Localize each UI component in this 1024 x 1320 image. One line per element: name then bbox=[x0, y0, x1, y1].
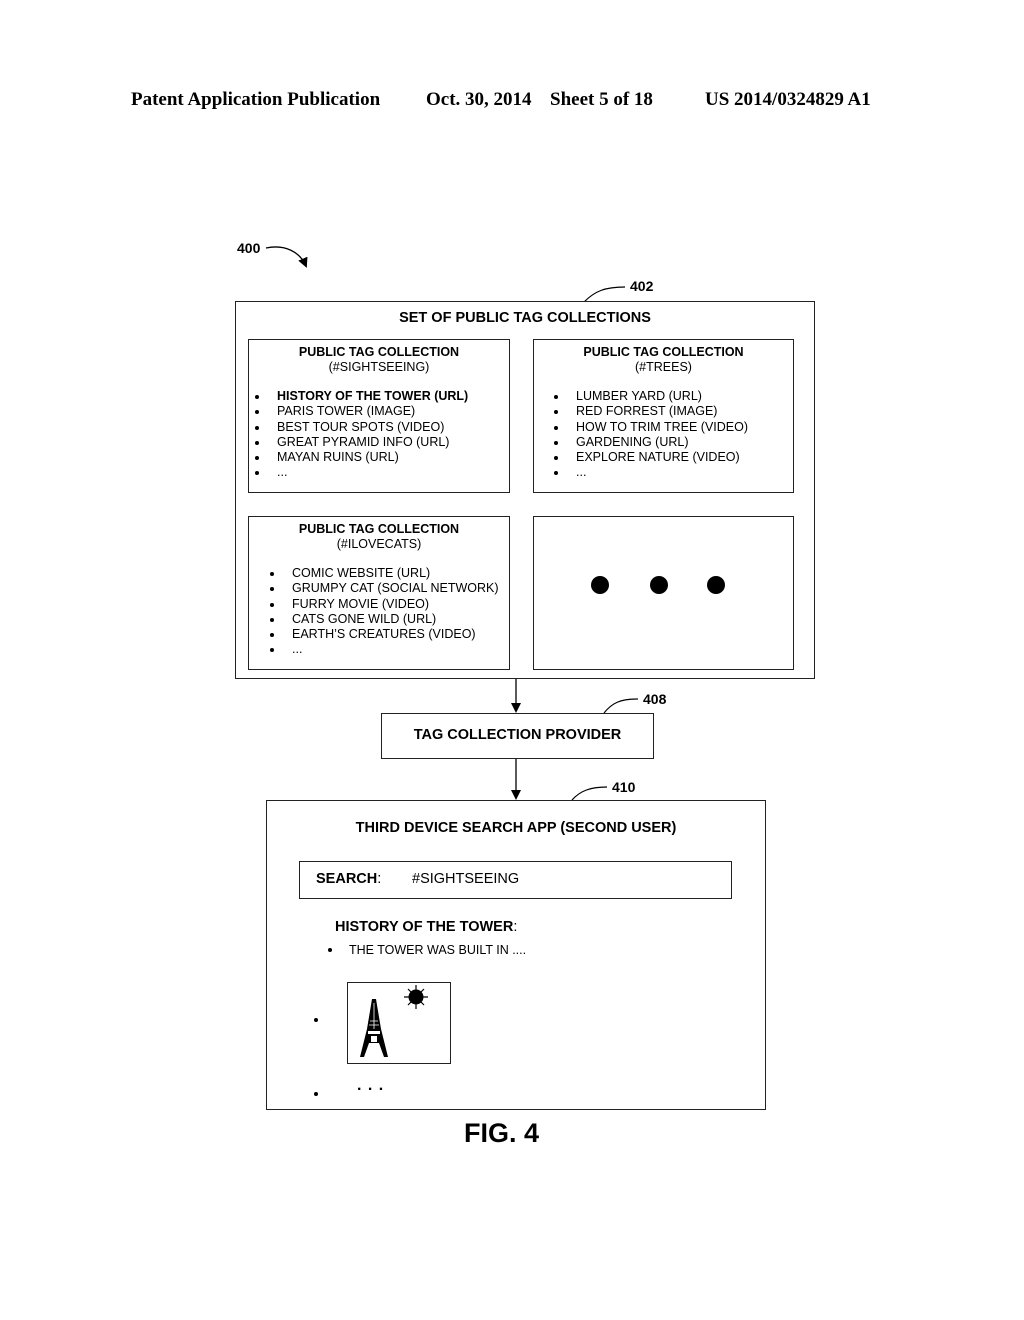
collection-title: PUBLIC TAG COLLECTION bbox=[298, 345, 460, 359]
list-item[interactable]: HISTORY OF THE TOWER (URL) bbox=[255, 389, 468, 404]
search-value[interactable]: #SIGHTSEEING bbox=[412, 871, 519, 887]
search-label: SEARCH bbox=[316, 871, 378, 887]
ref-408: 408 bbox=[643, 691, 667, 707]
ref-410: 410 bbox=[612, 779, 636, 795]
bullet bbox=[314, 1092, 318, 1096]
list-item[interactable]: GREAT PYRAMID INFO (URL) bbox=[255, 435, 468, 450]
collection-sightseeing-heading: PUBLIC TAG COLLECTION (#SIGHTSEEING) bbox=[249, 345, 509, 375]
item-label: ... bbox=[292, 642, 303, 657]
item-label: EXPLORE NATURE (VIDEO) bbox=[576, 450, 740, 465]
ref-408-leader bbox=[603, 698, 639, 714]
list-item[interactable]: LUMBER YARD (URL) bbox=[554, 389, 748, 404]
list-item-more: ... bbox=[554, 465, 748, 480]
item-label: GREAT PYRAMID INFO (URL) bbox=[277, 434, 450, 449]
set-title: SET OF PUBLIC TAG COLLECTIONS bbox=[399, 310, 651, 326]
eiffel-tower-icon bbox=[360, 999, 388, 1057]
list-item[interactable]: HOW TO TRIM TREE (VIDEO) bbox=[554, 420, 748, 435]
collection-item-list: LUMBER YARD (URL) RED FORREST (IMAGE) HO… bbox=[554, 389, 748, 481]
list-item[interactable]: RED FORREST (IMAGE) bbox=[554, 404, 748, 419]
item-label: HISTORY OF THE TOWER (URL) bbox=[277, 389, 469, 403]
list-item[interactable]: MAYAN RUINS (URL) bbox=[255, 450, 468, 465]
list-item[interactable]: PARIS TOWER (IMAGE) bbox=[255, 404, 468, 419]
search-label-colon: : bbox=[377, 871, 382, 887]
list-item[interactable]: EARTH’S CREATURES (VIDEO) bbox=[270, 627, 499, 642]
patent-drawing-page: Patent Application Publication Oct. 30, … bbox=[0, 0, 1024, 1320]
ref-402-leader bbox=[583, 286, 626, 303]
ref-400: 400 bbox=[237, 240, 261, 256]
list-item[interactable]: FURRY MOVIE (VIDEO) bbox=[270, 597, 499, 612]
list-item-more: ... bbox=[270, 642, 499, 657]
item-label: COMIC WEBSITE (URL) bbox=[292, 566, 431, 580]
publication-date: Oct. 30, 2014 bbox=[426, 89, 532, 110]
list-item-more: ... bbox=[255, 465, 468, 480]
ellipsis-dot bbox=[591, 576, 609, 594]
bullet bbox=[328, 948, 332, 952]
collection-sightseeing[interactable]: PUBLIC TAG COLLECTION (#SIGHTSEEING) HIS… bbox=[248, 339, 510, 493]
ellipsis-dot bbox=[650, 576, 668, 594]
image-result-thumbnail[interactable] bbox=[347, 982, 451, 1064]
bullet bbox=[314, 1018, 318, 1022]
tower-image bbox=[360, 985, 428, 1057]
tag-collection-provider: TAG COLLECTION PROVIDER bbox=[381, 713, 654, 759]
sheet-number: Sheet 5 of 18 bbox=[550, 89, 653, 110]
collection-ilovecats-heading: PUBLIC TAG COLLECTION (#ILOVECATS) bbox=[249, 522, 509, 552]
item-label: ... bbox=[576, 465, 587, 480]
provider-label: TAG COLLECTION PROVIDER bbox=[413, 727, 622, 743]
item-label: ... bbox=[277, 465, 288, 480]
result-heading-text: HISTORY OF THE TOWER bbox=[335, 919, 514, 935]
item-label: EARTH’S CREATURES (VIDEO) bbox=[292, 627, 476, 642]
app-title: THIRD DEVICE SEARCH APP (SECOND USER) bbox=[355, 820, 677, 836]
list-item[interactable]: CATS GONE WILD (URL) bbox=[270, 612, 499, 627]
sun-icon bbox=[404, 985, 428, 1009]
search-result-heading[interactable]: HISTORY OF THE TOWER: bbox=[335, 919, 517, 935]
publication-type: Patent Application Publication bbox=[131, 89, 381, 110]
collection-item-list: HISTORY OF THE TOWER (URL) PARIS TOWER (… bbox=[255, 389, 468, 481]
ref-400-arrow bbox=[265, 246, 308, 268]
collection-tag: (#SIGHTSEEING) bbox=[328, 360, 430, 374]
ref-410-leader bbox=[571, 786, 608, 801]
item-label: LUMBER YARD (URL) bbox=[576, 389, 702, 403]
list-item[interactable]: GARDENING (URL) bbox=[554, 435, 748, 450]
result-heading-colon: : bbox=[513, 919, 518, 935]
publication-number: US 2014/0324829 A1 bbox=[705, 89, 871, 110]
ref-402: 402 bbox=[630, 278, 654, 294]
item-label: FURRY MOVIE (VIDEO) bbox=[292, 596, 430, 611]
item-label: GRUMPY CAT (SOCIAL NETWORK) bbox=[292, 581, 499, 596]
more-collections-placeholder bbox=[533, 516, 794, 670]
search-input[interactable]: SEARCH: #SIGHTSEEING bbox=[299, 861, 732, 899]
collection-tag: (#ILOVECATS) bbox=[336, 537, 422, 551]
collection-tag: (#TREES) bbox=[635, 360, 692, 374]
item-label: CATS GONE WILD (URL) bbox=[292, 611, 437, 626]
list-item[interactable]: BEST TOUR SPOTS (VIDEO) bbox=[255, 420, 468, 435]
collection-item-list: COMIC WEBSITE (URL) GRUMPY CAT (SOCIAL N… bbox=[270, 566, 499, 658]
item-label: GARDENING (URL) bbox=[576, 434, 689, 449]
collection-title: PUBLIC TAG COLLECTION bbox=[298, 522, 460, 536]
item-label: HOW TO TRIM TREE (VIDEO) bbox=[576, 419, 749, 434]
list-item[interactable]: COMIC WEBSITE (URL) bbox=[270, 566, 499, 581]
search-app-window: THIRD DEVICE SEARCH APP (SECOND USER) SE… bbox=[266, 800, 766, 1110]
figure-label: FIG. 4 bbox=[464, 1118, 540, 1148]
collection-trees[interactable]: PUBLIC TAG COLLECTION (#TREES) LUMBER YA… bbox=[533, 339, 794, 493]
ellipsis-dot bbox=[707, 576, 725, 594]
collection-ilovecats[interactable]: PUBLIC TAG COLLECTION (#ILOVECATS) COMIC… bbox=[248, 516, 510, 670]
collection-title: PUBLIC TAG COLLECTION bbox=[583, 345, 744, 359]
item-label: BEST TOUR SPOTS (VIDEO) bbox=[277, 419, 445, 434]
more-results: . . . bbox=[357, 1077, 385, 1094]
search-result-snippet: THE TOWER WAS BUILT IN .... bbox=[349, 943, 527, 957]
list-item[interactable]: GRUMPY CAT (SOCIAL NETWORK) bbox=[270, 581, 499, 596]
item-label: MAYAN RUINS (URL) bbox=[277, 450, 399, 465]
item-label: PARIS TOWER (IMAGE) bbox=[277, 404, 416, 419]
list-item[interactable]: EXPLORE NATURE (VIDEO) bbox=[554, 450, 748, 465]
item-label: RED FORREST (IMAGE) bbox=[576, 404, 718, 419]
collection-trees-heading: PUBLIC TAG COLLECTION (#TREES) bbox=[534, 345, 793, 375]
